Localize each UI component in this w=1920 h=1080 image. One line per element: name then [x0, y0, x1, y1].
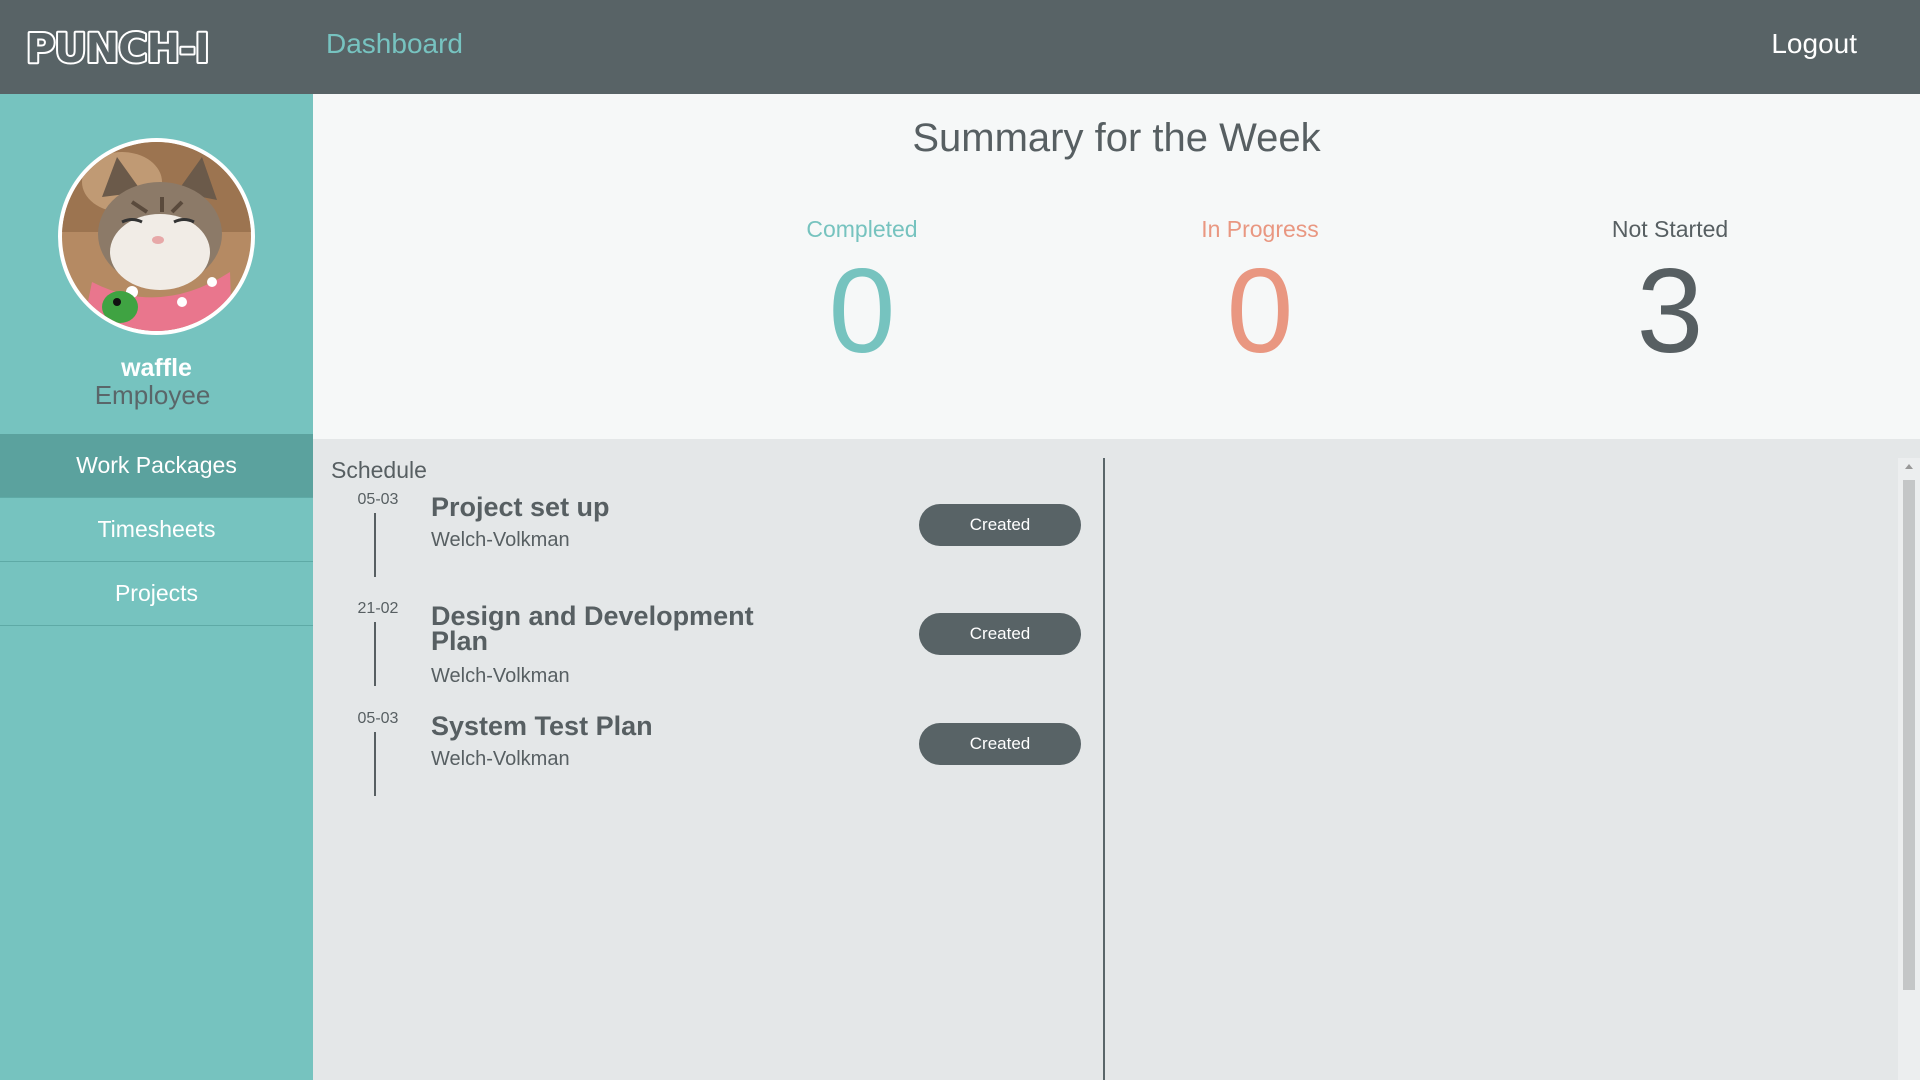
- schedule-item-date: 21-02: [357, 600, 399, 617]
- avatar-cat-image: [62, 142, 251, 331]
- stat-completed-label: Completed: [806, 216, 918, 242]
- timeline-line: [374, 622, 376, 686]
- scroll-up-arrow-icon[interactable]: [1905, 464, 1913, 469]
- timeline-line: [374, 732, 376, 796]
- sidebar: waffle Employee Work Packages Timesheets…: [0, 94, 313, 1080]
- schedule-item-title[interactable]: System Test Plan: [431, 713, 791, 740]
- side-menu: Work Packages Timesheets Projects: [0, 434, 313, 626]
- stat-not-started-label: Not Started: [1611, 216, 1729, 242]
- schedule-item-company: Welch-Volkman: [431, 748, 570, 770]
- schedule-item-date: 05-03: [357, 491, 399, 508]
- stat-in-progress-label: In Progress: [1201, 216, 1319, 242]
- user-role: Employee: [94, 380, 211, 410]
- user-name: waffle: [121, 354, 192, 382]
- stat-not-started-value: 3: [1636, 244, 1704, 378]
- schedule-item-company: Welch-Volkman: [431, 665, 570, 687]
- punch-in-logo[interactable]: PUNCH-IN: [24, 22, 244, 77]
- stat-completed-value: 0: [828, 244, 896, 378]
- weekly-summary-panel: Summary for the Week Completed 0 In Prog…: [313, 94, 1920, 439]
- avatar: [58, 138, 255, 335]
- schedule-title: Schedule: [331, 457, 427, 483]
- stat-in-progress-value: 0: [1226, 244, 1294, 378]
- stat-not-started: Not Started 3: [1520, 216, 1820, 371]
- nav-dashboard-link[interactable]: Dashboard: [326, 28, 463, 60]
- scrollbar-thumb[interactable]: [1903, 480, 1915, 990]
- status-badge[interactable]: Created: [919, 723, 1081, 765]
- schedule-item-title[interactable]: Project set up: [431, 494, 791, 521]
- stat-completed: Completed 0: [712, 216, 1012, 371]
- timeline-line: [374, 513, 376, 577]
- panel-divider: [1103, 458, 1105, 1080]
- sidebar-item-projects[interactable]: Projects: [0, 562, 313, 626]
- scrollbar[interactable]: [1898, 458, 1920, 1080]
- status-badge[interactable]: Created: [919, 504, 1081, 546]
- top-navbar: PUNCH-IN Dashboard Logout: [0, 0, 1920, 94]
- logout-link[interactable]: Logout: [1771, 28, 1857, 60]
- svg-text:PUNCH-IN: PUNCH-IN: [26, 26, 210, 72]
- summary-title: Summary for the Week: [912, 116, 1321, 160]
- status-badge[interactable]: Created: [919, 613, 1081, 655]
- schedule-item-company: Welch-Volkman: [431, 529, 570, 551]
- stat-in-progress: In Progress 0: [1110, 216, 1410, 371]
- schedule-item-date: 05-03: [357, 710, 399, 727]
- schedule-panel: Schedule 05-03 Project set up Welch-Volk…: [313, 439, 1103, 1080]
- schedule-item-title[interactable]: Design and Development Plan: [431, 603, 791, 655]
- sidebar-item-timesheets[interactable]: Timesheets: [0, 498, 313, 562]
- sidebar-item-work-packages[interactable]: Work Packages: [0, 434, 313, 498]
